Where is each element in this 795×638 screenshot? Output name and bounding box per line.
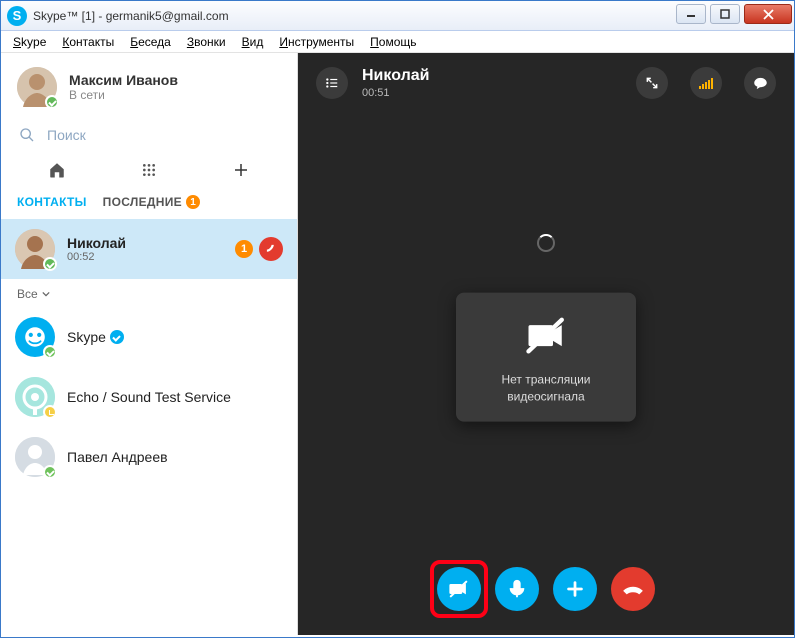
filter-dropdown[interactable]: Все [1, 279, 297, 307]
verified-icon [110, 330, 124, 344]
add-button[interactable] [225, 161, 257, 179]
default-avatar [15, 437, 55, 477]
close-button[interactable] [744, 4, 792, 24]
self-avatar [17, 67, 57, 107]
microphone-icon [506, 578, 528, 600]
call-controls [437, 567, 655, 611]
window-title: Skype™ [1] - germanik5@gmail.com [33, 9, 674, 23]
home-button[interactable] [41, 161, 73, 179]
sidebar: Максим Иванов В сети Поиск КОНТАКТЫ ПОСЛ… [1, 53, 298, 635]
contact-name: Echo / Sound Test Service [67, 389, 231, 405]
toggle-mic-button[interactable] [495, 567, 539, 611]
call-panel: Николай 00:51 Нет трансляции видеосигнала [298, 53, 794, 635]
contact-skype[interactable]: Skype [1, 307, 297, 367]
presence-online-icon [43, 465, 57, 479]
toggle-camera-button[interactable] [437, 567, 481, 611]
notification-badge: 1 [235, 240, 253, 258]
mini-hangup-button[interactable] [259, 237, 283, 261]
signal-bars-icon [699, 77, 713, 89]
skype-bot-avatar [15, 317, 55, 357]
chat-icon [753, 76, 768, 91]
self-name: Максим Иванов [69, 72, 178, 88]
contact-name: Павел Андреев [67, 449, 168, 465]
plus-icon [564, 578, 586, 600]
hangup-button[interactable] [611, 567, 655, 611]
skype-logo-icon: S [7, 6, 27, 26]
contact-active-call[interactable]: Николай 00:52 1 [1, 219, 297, 279]
presence-online-icon [45, 95, 59, 109]
chevron-down-icon [42, 290, 50, 298]
contact-name: Николай [67, 235, 126, 251]
no-video-line1: Нет трансляции [501, 373, 590, 387]
maximize-button[interactable] [710, 4, 740, 24]
contact-name: Skype [67, 329, 106, 345]
menu-conversation[interactable]: Беседа [124, 33, 177, 51]
list-icon [325, 76, 339, 90]
signal-button[interactable] [690, 67, 722, 99]
presence-online-icon [43, 345, 57, 359]
menubar: Skype Контакты Беседа Звонки Вид Инструм… [1, 31, 794, 53]
menu-tools[interactable]: Инструменты [273, 33, 360, 51]
echo-avatar [15, 377, 55, 417]
chat-button[interactable] [744, 67, 776, 99]
hangup-icon [622, 578, 644, 600]
no-video-line2: видеосигнала [507, 389, 584, 403]
call-menu-button[interactable] [316, 67, 348, 99]
loading-spinner-icon [537, 234, 555, 252]
presence-away-icon [43, 405, 57, 419]
search-placeholder: Поиск [47, 127, 86, 143]
minimize-button[interactable] [676, 4, 706, 24]
filter-label: Все [17, 287, 38, 301]
contact-avatar [15, 229, 55, 269]
presence-online-icon [43, 257, 57, 271]
no-video-card: Нет трансляции видеосигнала [456, 293, 636, 422]
tab-contacts[interactable]: КОНТАКТЫ [17, 195, 87, 209]
search-icon [19, 127, 35, 143]
contact-echo[interactable]: Echo / Sound Test Service [1, 367, 297, 427]
menu-calls[interactable]: Звонки [181, 33, 232, 51]
dialpad-button[interactable] [133, 162, 165, 178]
camera-off-icon [525, 315, 567, 357]
expand-icon [645, 76, 659, 90]
menu-help[interactable]: Помощь [364, 33, 422, 51]
menu-skype[interactable]: Skype [7, 33, 52, 51]
add-participant-button[interactable] [553, 567, 597, 611]
call-peer-name: Николай [362, 67, 429, 85]
titlebar: S Skype™ [1] - germanik5@gmail.com [1, 1, 794, 31]
self-profile[interactable]: Максим Иванов В сети [1, 53, 297, 117]
camera-off-icon [448, 578, 470, 600]
self-status: В сети [69, 88, 178, 102]
recent-badge: 1 [186, 195, 200, 209]
contact-call-timer: 00:52 [67, 251, 126, 263]
call-timer: 00:51 [362, 87, 429, 99]
menu-contacts[interactable]: Контакты [56, 33, 120, 51]
tab-recent[interactable]: ПОСЛЕДНИЕ [103, 195, 182, 209]
contact-pavel[interactable]: Павел Андреев [1, 427, 297, 487]
fullscreen-button[interactable] [636, 67, 668, 99]
search-input[interactable]: Поиск [1, 117, 297, 153]
menu-view[interactable]: Вид [236, 33, 270, 51]
